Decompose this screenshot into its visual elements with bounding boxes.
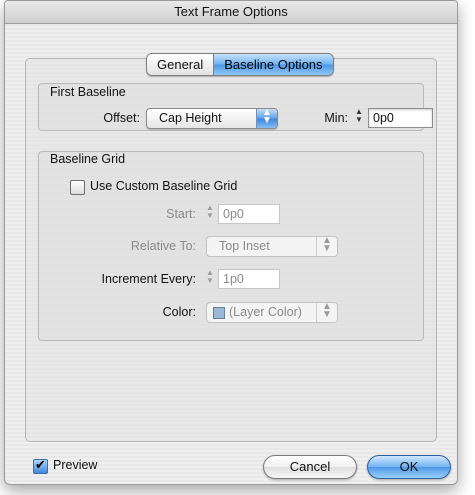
color-select[interactable]: (Layer Color) ▲ ▼ [206,302,338,323]
tab-general[interactable]: General [147,54,214,75]
offset-label: Offset: [103,111,140,125]
relative-to-select[interactable]: Top Inset ▲ ▼ [206,236,338,257]
layer-color-swatch [213,307,225,319]
min-stepper[interactable]: ▲ ▼ [352,108,366,126]
select-arrows-icon: ▲ ▼ [316,302,337,322]
use-custom-grid-label: Use Custom Baseline Grid [90,179,238,193]
relative-to-value: Top Inset [219,239,270,253]
baseline-grid-title: Baseline Grid [50,152,126,166]
first-baseline-title: First Baseline [50,85,126,99]
preview-checkbox[interactable]: ✔ [33,457,48,474]
increment-stepper[interactable]: ▲ ▼ [203,269,217,287]
min-value: 0p0 [373,111,394,125]
start-field[interactable]: 0p0 [218,204,280,224]
offset-value: Cap Height [159,111,222,125]
increment-every-label: Increment Every: [101,272,196,286]
color-label: Color: [162,305,196,319]
select-arrows-icon: ▲ ▼ [316,236,337,256]
cancel-button[interactable]: Cancel [263,455,357,479]
offset-select[interactable]: Cap Height ▲ ▼ [146,108,278,129]
window-title: Text Frame Options [5,1,457,24]
text-frame-options-dialog: Text Frame Options First Baseline Offset… [4,0,458,485]
start-label: Start: [166,207,196,221]
start-value: 0p0 [223,207,244,221]
ok-button[interactable]: OK [367,455,451,479]
options-panel: First Baseline Offset: Cap Height ▲ ▼ Min… [25,58,437,442]
select-arrows-icon: ▲ ▼ [256,108,277,128]
use-custom-grid-checkbox[interactable] [70,180,85,195]
color-value: (Layer Color) [229,305,302,319]
increment-field[interactable]: 1p0 [218,269,280,289]
tab-baseline-options[interactable]: Baseline Options [213,54,333,75]
relative-to-label: Relative To: [130,239,196,253]
increment-value: 1p0 [223,272,244,286]
tab-bar: General Baseline Options [146,53,334,76]
preview-label: Preview [53,458,98,472]
start-stepper[interactable]: ▲ ▼ [203,204,217,222]
min-label: Min: [324,111,348,125]
min-field[interactable]: 0p0 [368,108,433,128]
checkmark-icon: ✔ [35,457,46,472]
